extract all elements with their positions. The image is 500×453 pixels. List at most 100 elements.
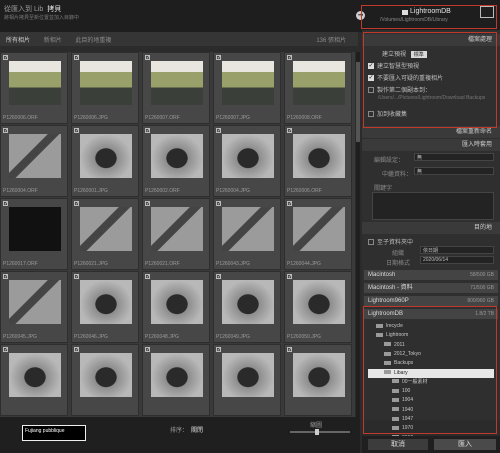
photo-thumbnail[interactable]: ✓ P1260048.JPG [142, 271, 210, 343]
photo-filename: P1260007.ORF [145, 115, 180, 121]
photo-thumbnail[interactable]: ✓ P1260006.ORF [0, 52, 68, 124]
photo-filename: P1260048.JPG [145, 334, 179, 340]
photo-filename: P1260002.ORF [145, 188, 180, 194]
include-checkbox[interactable]: ✓ [3, 274, 8, 280]
organize-select[interactable]: 依日期 [420, 246, 494, 254]
photo-thumbnail[interactable]: ✓ [0, 344, 68, 416]
include-checkbox[interactable]: ✓ [74, 201, 79, 207]
photo-thumbnail[interactable]: ✓ [284, 344, 352, 416]
mode-copy[interactable]: 拷貝 [47, 6, 61, 13]
cancel-button[interactable]: 取消 [368, 439, 428, 450]
photo-thumbnail[interactable]: ✓ P1260043.JPG [213, 198, 281, 270]
photo-filename: P1260021.ORF [145, 261, 180, 267]
photo-preview [222, 134, 274, 178]
photo-preview [222, 207, 274, 251]
include-checkbox[interactable]: ✓ [74, 274, 79, 280]
include-checkbox[interactable]: ✓ [3, 128, 8, 134]
photo-thumbnail[interactable]: ✓ P1260044.JPG [284, 198, 352, 270]
photo-thumbnail[interactable]: ✓ P1260021.ORF [142, 198, 210, 270]
photo-thumbnail[interactable]: ✓ P1260017.ORF [0, 198, 68, 270]
photo-preview [9, 280, 61, 324]
photo-thumbnail[interactable]: ✓ P1260004.ORF [0, 125, 68, 197]
tab-duplicates[interactable]: 此目的地重複 [75, 35, 111, 44]
photo-thumbnail[interactable]: ✓ [213, 344, 281, 416]
metadata-select[interactable]: 無 [414, 167, 494, 175]
mode-source[interactable]: 從匯入到 Lib [4, 6, 43, 13]
include-checkbox[interactable]: ✓ [74, 128, 79, 134]
include-checkbox[interactable]: ✓ [74, 347, 79, 353]
photo-thumbnail[interactable]: ✓ P1260021.JPG [71, 198, 139, 270]
develop-settings-select[interactable]: 無 [414, 153, 494, 161]
include-checkbox[interactable]: ✓ [287, 128, 292, 134]
photo-preview [80, 353, 132, 397]
subfolder-label: 至子資料夾中 [377, 240, 414, 246]
photo-filename: P1260049.JPG [216, 334, 250, 340]
photo-thumbnail[interactable]: ✓ P1260050.JPG [284, 271, 352, 343]
include-checkbox[interactable]: ✓ [145, 128, 150, 134]
photo-preview [9, 207, 61, 251]
drive-capacity: 71/500 GB [470, 285, 494, 291]
checkbox-unchecked[interactable] [368, 239, 374, 246]
photo-thumbnail[interactable]: ✓ P1260001.JPG [71, 125, 139, 197]
include-checkbox[interactable]: ✓ [287, 347, 292, 353]
date-format-select[interactable]: 2020/06/14 [420, 256, 494, 264]
slider-knob[interactable] [315, 429, 319, 435]
photo-thumbnail[interactable]: ✓ P1260007.JPG [213, 52, 281, 124]
highlight-destination [361, 5, 497, 29]
photo-filename: P1260017.ORF [3, 261, 38, 267]
include-checkbox[interactable]: ✓ [3, 55, 8, 61]
include-checkbox[interactable]: ✓ [287, 274, 292, 280]
photo-thumbnail[interactable]: ✓ P1260008.ORF [284, 52, 352, 124]
photo-filename: P1260004.ORF [3, 188, 38, 194]
photo-thumbnail[interactable]: ✓ P1260006.ORF [284, 125, 352, 197]
photo-preview [293, 280, 345, 324]
date-format-label: 日期格式 [386, 261, 411, 267]
include-checkbox[interactable]: ✓ [145, 55, 150, 61]
photo-thumbnail[interactable]: ✓ P1260045.JPG [0, 271, 68, 343]
include-checkbox[interactable]: ✓ [287, 55, 292, 61]
drive-macintosh-data[interactable]: Macintosh - 資料 71/500 GB [364, 283, 498, 293]
photo-thumbnail[interactable]: ✓ [71, 344, 139, 416]
include-checkbox[interactable]: ✓ [3, 201, 8, 207]
include-checkbox[interactable]: ✓ [3, 347, 8, 353]
thumbnail-size-slider[interactable] [290, 429, 350, 435]
scrollbar-thumb[interactable] [356, 62, 360, 142]
photo-preview [9, 134, 61, 178]
include-checkbox[interactable]: ✓ [216, 274, 221, 280]
import-button[interactable]: 匯入 [434, 439, 496, 450]
photo-thumbnail[interactable]: ✓ [142, 344, 210, 416]
grid-scrollbar[interactable] [356, 52, 360, 417]
photo-preview [80, 207, 132, 251]
keywords-field[interactable] [372, 192, 494, 220]
include-checkbox[interactable]: ✓ [145, 347, 150, 353]
photo-thumbnail[interactable]: ✓ P1260004.JPG [213, 125, 281, 197]
photo-preview [293, 134, 345, 178]
section-destination[interactable]: 目的地 [362, 222, 500, 234]
sort-control[interactable]: 排序： 關閉 [170, 425, 203, 434]
section-apply-during-import[interactable]: 匯入時套用 [362, 139, 500, 151]
include-checkbox[interactable]: ✓ [216, 201, 221, 207]
photo-filename: P1260008.ORF [287, 115, 322, 121]
include-checkbox[interactable]: ✓ [145, 201, 150, 207]
tab-new-photos[interactable]: 新相片 [44, 35, 62, 44]
drive-macintosh[interactable]: Macintosh 58/500 GB [364, 270, 498, 280]
drive-name: Macintosh [368, 272, 396, 278]
include-checkbox[interactable]: ✓ [287, 201, 292, 207]
include-checkbox[interactable]: ✓ [216, 55, 221, 61]
tab-all-photos[interactable]: 所有相片 [6, 35, 30, 44]
photo-thumbnail[interactable]: ✓ P1260049.JPG [213, 271, 281, 343]
photo-grid: ✓ P1260006.ORF ✓ P1260006.JPG ✓ P1260007.ORF ✓… [0, 52, 355, 417]
photo-thumbnail[interactable]: ✓ P1260046.JPG [71, 271, 139, 343]
photo-thumbnail[interactable]: ✓ P1260002.ORF [142, 125, 210, 197]
drive-lightroom960p[interactable]: Lightroom960P 800/960 GB [364, 296, 498, 306]
include-checkbox[interactable]: ✓ [74, 55, 79, 61]
photo-thumbnail[interactable]: ✓ P1260007.ORF [142, 52, 210, 124]
photo-thumbnail[interactable]: ✓ P1260006.JPG [71, 52, 139, 124]
include-checkbox[interactable]: ✓ [145, 274, 150, 280]
include-checkbox[interactable]: ✓ [216, 128, 221, 134]
photo-preview [80, 61, 132, 105]
include-checkbox[interactable]: ✓ [216, 347, 221, 353]
sort-value[interactable]: 關閉 [191, 428, 203, 434]
subfolder-row[interactable]: 至子資料夾中 [368, 237, 413, 246]
develop-settings-label: 編輯設定： [374, 158, 405, 164]
